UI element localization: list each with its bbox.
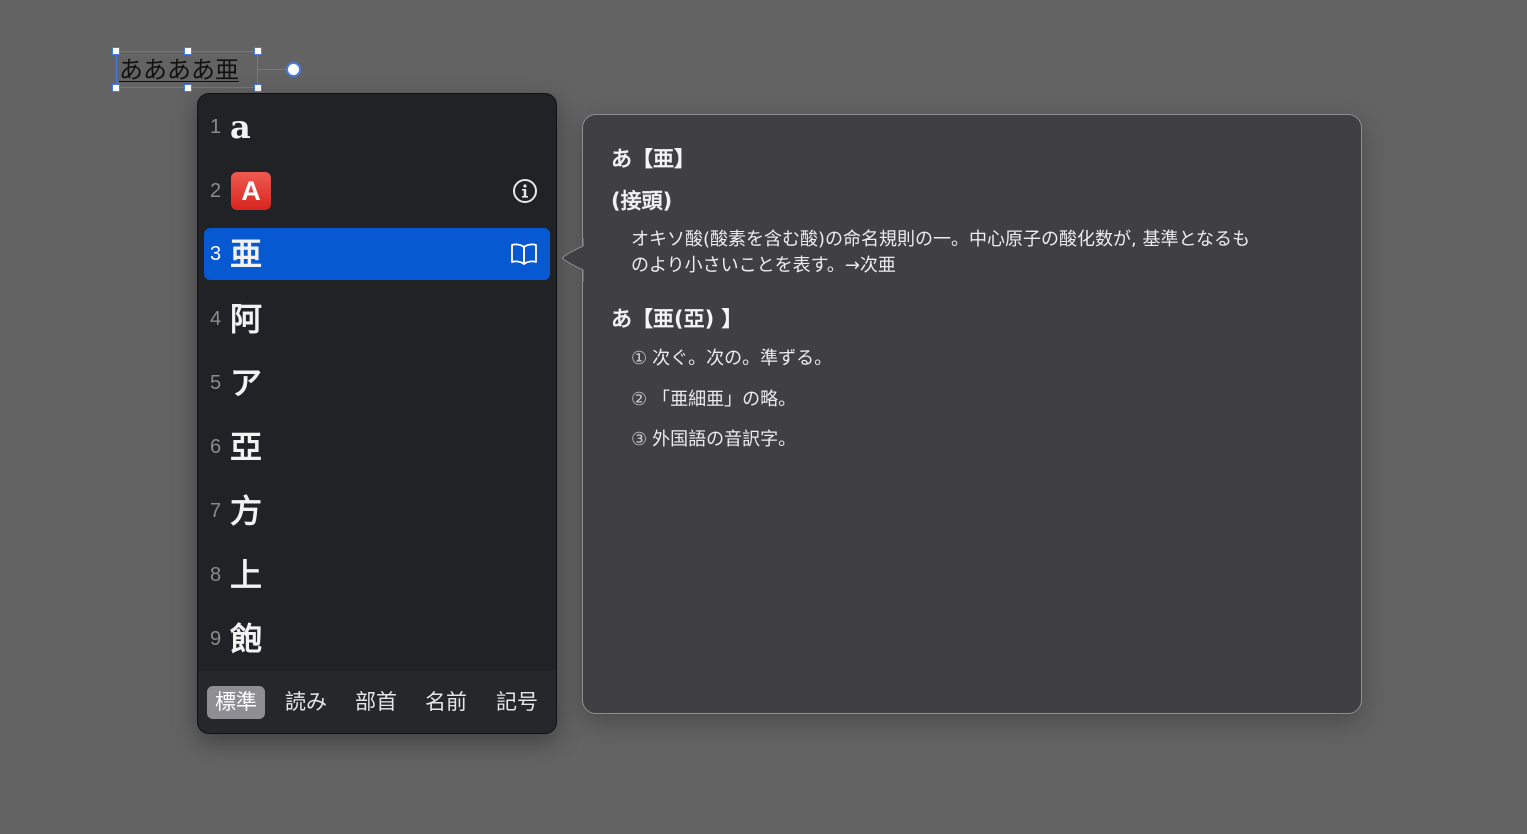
candidate-row-selected[interactable]: 3 亜 [204, 228, 550, 280]
candidate-number: 5 [210, 372, 222, 394]
entry-definition-line: のより小さいことを表す。→次亜 [631, 255, 896, 276]
resize-handle-top-right[interactable] [254, 47, 262, 55]
entry-sense: ② 「亜細亜」の略。 [631, 385, 796, 411]
candidate-text: a [230, 108, 251, 146]
entry-definition-line: オキソ酸(酸素を含む酸)の命名規則の一。中心原子の酸化数が, 基準となるも [631, 229, 1250, 250]
entry-sense: ① 次ぐ。次の。準ずる。 [631, 344, 832, 370]
candidate-row[interactable]: 6 亞 [204, 421, 550, 473]
info-icon[interactable] [512, 178, 538, 204]
text-box[interactable]: ああああ亜 [116, 51, 258, 88]
sense-number: ① [631, 348, 648, 369]
candidate-row[interactable]: 1 a [204, 101, 550, 153]
entry-part-of-speech: (接頭) [611, 189, 673, 213]
sense-text: 「亜細亜」の略。 [652, 389, 797, 410]
candidate-number: 6 [210, 436, 222, 458]
entry-headword: あ【亜】 [611, 147, 695, 171]
sense-number: ② [631, 389, 648, 410]
candidate-text: 方 [230, 492, 263, 530]
candidate-mode-tabs: 標準 読み 部首 名前 記号 [198, 671, 556, 733]
entry-headword: あ【亜(亞) 】 [611, 307, 743, 331]
candidate-number: 2 [210, 180, 222, 202]
candidate-number: 8 [210, 564, 222, 586]
candidate-number: 1 [210, 116, 222, 138]
candidate-text: 飽 [230, 620, 263, 658]
candidate-number: 9 [210, 628, 222, 650]
text-box-content[interactable]: ああああ亜 [119, 55, 239, 85]
resize-handle-bottom-right[interactable] [254, 84, 262, 92]
candidate-text: 亜 [230, 235, 263, 273]
rotation-connector-line [258, 69, 288, 70]
tab-name[interactable]: 名前 [417, 686, 475, 719]
entry-sense: ③ 外国語の音訳字。 [631, 425, 796, 451]
rotation-handle[interactable] [286, 62, 301, 77]
emoji-a-button-icon: A [231, 172, 271, 210]
tab-radical[interactable]: 部首 [347, 686, 405, 719]
candidate-row[interactable]: 4 阿 [204, 293, 550, 345]
candidate-row[interactable]: 7 方 [204, 485, 550, 537]
tab-symbol[interactable]: 記号 [488, 686, 546, 719]
candidate-row[interactable]: 8 上 [204, 549, 550, 601]
candidate-number: 4 [210, 308, 222, 330]
dictionary-pointer-arrow [562, 238, 606, 282]
candidate-row[interactable]: 2 A [204, 165, 550, 217]
resize-handle-bottom-left[interactable] [112, 84, 120, 92]
candidate-text: ア [230, 364, 263, 402]
sense-number: ③ [631, 429, 648, 450]
candidate-text: 上 [230, 556, 263, 594]
sense-text: 次ぐ。次の。準ずる。 [652, 348, 833, 369]
resize-handle-top-center[interactable] [184, 47, 192, 55]
tab-standard[interactable]: 標準 [207, 686, 265, 719]
candidate-row[interactable]: 9 飽 [204, 613, 550, 665]
dictionary-panel: あ【亜】 (接頭) オキソ酸(酸素を含む酸)の命名規則の一。中心原子の酸化数が,… [582, 114, 1362, 714]
tab-reading[interactable]: 読み [277, 686, 335, 719]
candidate-text: 亞 [230, 428, 263, 466]
resize-handle-bottom-center[interactable] [184, 84, 192, 92]
candidate-number: 7 [210, 500, 222, 522]
ime-candidate-window: 1 a 2 A 3 亜 4 阿 5 ア 6 亞 7 方 8 上 9 飽 標準 読… [197, 93, 557, 734]
sense-text: 外国語の音訳字。 [652, 429, 797, 450]
resize-handle-top-left[interactable] [112, 47, 120, 55]
candidate-number: 3 [210, 243, 222, 265]
book-icon[interactable] [510, 242, 538, 266]
candidate-row[interactable]: 5 ア [204, 357, 550, 409]
candidate-text: 阿 [230, 300, 263, 338]
